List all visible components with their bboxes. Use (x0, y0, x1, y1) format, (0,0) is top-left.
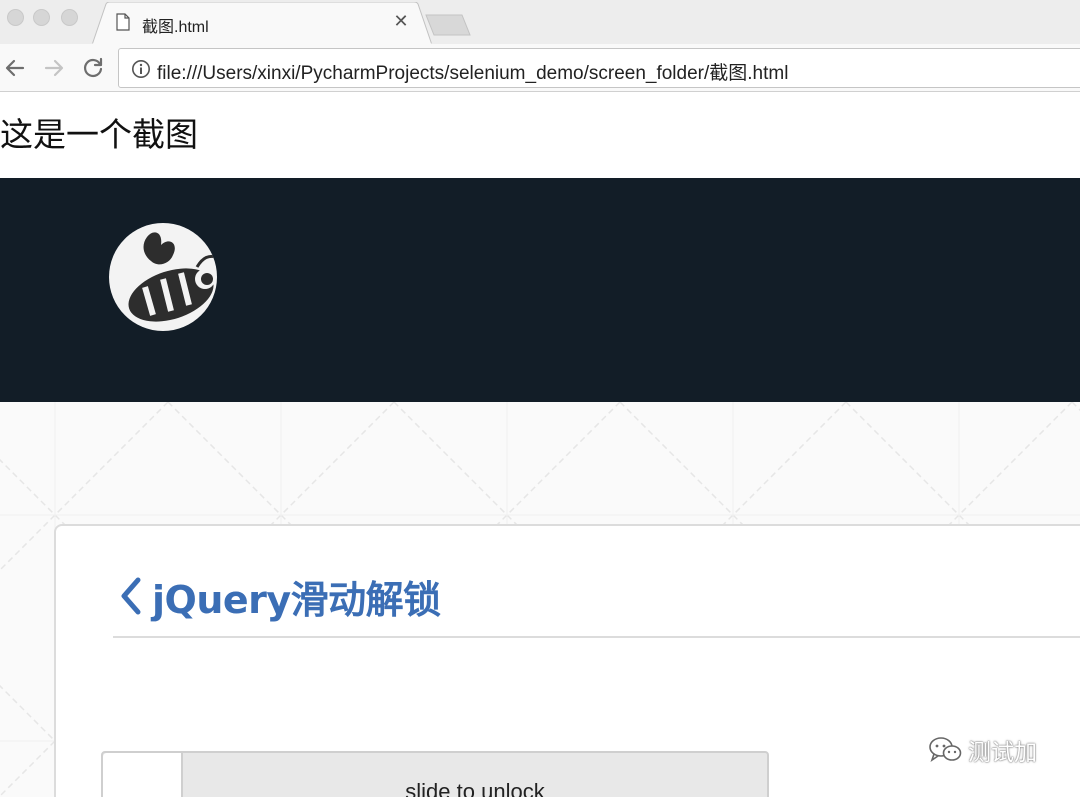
info-icon[interactable] (131, 59, 151, 79)
header-band (0, 178, 1080, 402)
toolbar: file:///Users/xinxi/PycharmProjects/sele… (0, 44, 1080, 92)
bee-logo-graphic (128, 232, 217, 322)
slider-handle[interactable] (103, 753, 183, 797)
watermark-text: 测试加 (968, 740, 1037, 766)
maximize-window-button[interactable] (61, 9, 78, 26)
wechat-icon (929, 737, 962, 762)
tab-active[interactable]: 截图.html ✕ (92, 2, 432, 45)
url-text[interactable]: file:///Users/xinxi/PycharmProjects/sele… (157, 58, 788, 85)
bee-logo-icon (109, 223, 217, 331)
chevron-left-icon[interactable] (116, 576, 144, 616)
unlock-slider[interactable]: slide to unlock (101, 751, 769, 797)
card-title-text: jQuery滑动解锁 (152, 577, 441, 622)
reload-icon[interactable] (81, 56, 105, 80)
close-icon[interactable]: ✕ (391, 10, 411, 32)
close-window-button[interactable] (7, 9, 24, 26)
slider-label: slide to unlock (405, 779, 545, 797)
forward-arrow-icon[interactable] (42, 56, 66, 80)
address-bar[interactable]: file:///Users/xinxi/PycharmProjects/sele… (118, 48, 1080, 88)
watermark: 测试加 (928, 734, 1037, 766)
file-icon (116, 13, 130, 31)
card-title: jQuery滑动解锁 (116, 566, 441, 626)
tab-strip: 截图.html ✕ (0, 0, 1080, 45)
tab-title: 截图.html (142, 19, 209, 36)
page-heading: 这是一个截图 (0, 115, 198, 154)
card-divider (113, 636, 1080, 638)
new-tab-button[interactable] (424, 13, 472, 37)
back-arrow-icon[interactable] (3, 56, 27, 80)
minimize-window-button[interactable] (33, 9, 50, 26)
